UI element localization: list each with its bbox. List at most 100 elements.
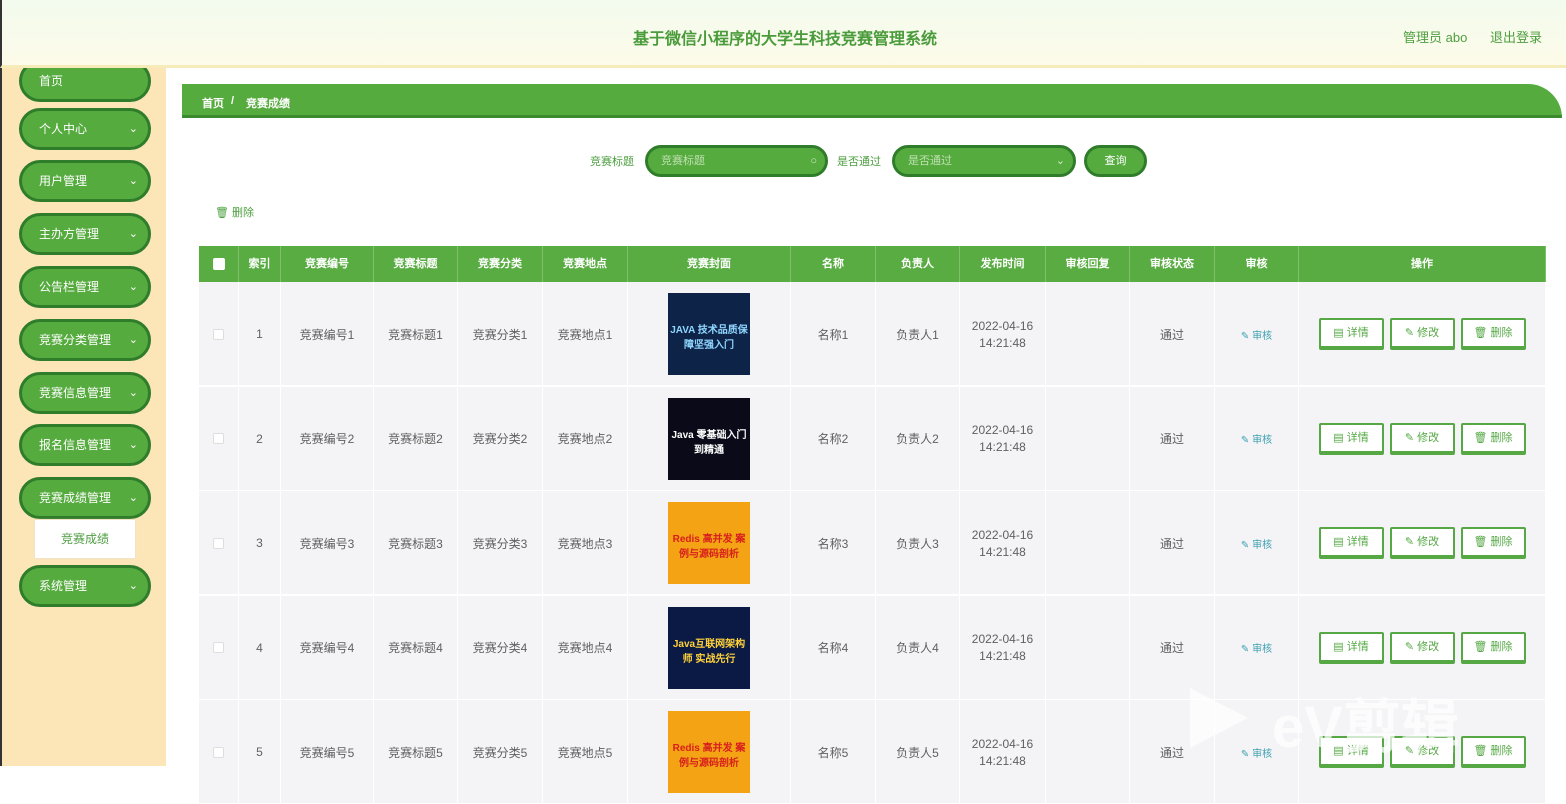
row-checkbox[interactable] [213, 433, 224, 444]
pass-filter-select[interactable]: 是否通过 ⌄ [892, 145, 1076, 177]
document-icon: ▤ [1333, 327, 1347, 339]
breadcrumb-home[interactable]: 首页 [202, 95, 224, 111]
sidebar-item[interactable]: 报名信息管理 ⌄ [19, 424, 151, 466]
sidebar-item[interactable]: 系统管理 ⌄ [19, 565, 151, 607]
publish-clock: 14:21:48 [979, 335, 1026, 350]
chevron-down-icon: ⌄ [128, 228, 138, 240]
chevron-down-icon: ⌄ [128, 492, 138, 504]
code-cell: 竞赛编号1 [281, 282, 374, 386]
publish-clock: 14:21:48 [979, 440, 1026, 454]
column-header: 索引 [239, 246, 281, 282]
row-checkbox-cell [199, 491, 239, 595]
row-checkbox-cell [199, 386, 239, 491]
delete-button[interactable]: 🗑 删除 [1460, 422, 1526, 455]
row-checkbox[interactable] [213, 746, 224, 758]
detail-button-label: 详情 [1346, 431, 1369, 444]
search-icon: ○ [810, 155, 817, 167]
cover-cell: Redis 高并发 案例与源码剖析 [628, 491, 791, 595]
code-cell: 竞赛编号5 [281, 700, 374, 804]
delete-button[interactable]: 🗑 删除 [1460, 527, 1526, 559]
edit-button[interactable]: ✎ 修改 [1389, 527, 1455, 559]
detail-button[interactable]: ▤ 详情 [1318, 422, 1384, 455]
owner-cell: 负责人3 [876, 491, 960, 595]
detail-button-label: 详情 [1346, 327, 1369, 339]
edit-icon: ✎ [1240, 539, 1253, 551]
sidebar-item-label: 竞赛分类管理 [39, 333, 112, 347]
publish-time-cell: 2022-04-16 14:21:48 [960, 282, 1046, 386]
reply-cell [1046, 595, 1130, 700]
select-all-checkbox[interactable] [212, 258, 225, 270]
audit-link[interactable]: ✎ 审核 [1241, 431, 1272, 446]
place-cell: 竞赛地点3 [543, 491, 628, 595]
cover-image: Redis 高并发 案例与源码剖析 [668, 502, 750, 584]
detail-button[interactable]: ▤ 详情 [1318, 527, 1384, 559]
row-checkbox[interactable] [213, 642, 224, 653]
audit-link[interactable]: ✎ 审核 [1241, 536, 1272, 551]
audit-link[interactable]: ✎ 审核 [1241, 327, 1272, 342]
query-button[interactable]: 查询 [1084, 145, 1147, 177]
publish-time-cell: 2022-04-16 14:21:48 [960, 491, 1046, 595]
category-cell: 竞赛分类3 [458, 491, 543, 595]
trash-icon: 🗑 [1473, 536, 1491, 548]
chevron-down-icon: ⌄ [128, 387, 138, 399]
document-icon: ▤ [1333, 431, 1347, 444]
detail-button[interactable]: ▤ 详情 [1318, 318, 1384, 350]
index-cell: 3 [239, 491, 281, 595]
table-header: 索引 竞赛编号 竞赛标题 竞赛分类 竞赛地点 竞赛封面 名称 负责人 发布时间 审核回复 审核状态审… [199, 246, 1546, 282]
sidebar-item-label: 报名信息管理 [39, 438, 112, 452]
user-label: 管理员 abo [1403, 30, 1468, 45]
code-cell: 竞赛编号3 [281, 491, 374, 595]
app-title: 基于微信小程序的大学生科技竞赛管理系统 [632, 31, 937, 48]
sidebar-item[interactable]: 主办方管理 ⌄ [19, 213, 151, 255]
publish-date: 2022-04-16 [971, 736, 1034, 751]
row-checkbox[interactable] [213, 537, 224, 549]
edit-button[interactable]: ✎ 修改 [1389, 422, 1455, 455]
category-cell: 竞赛分类2 [458, 386, 543, 491]
edit-icon: ✎ [1404, 327, 1418, 339]
sidebar-item-label: 首页 [39, 74, 64, 88]
place-cell: 竞赛地点1 [543, 282, 628, 386]
sidebar-item[interactable]: 公告栏管理 ⌄ [19, 266, 151, 308]
title-search-label: 竞赛标题 [590, 156, 634, 168]
title-cell: 竞赛标题1 [374, 282, 458, 386]
audit-link-label: 审核 [1252, 748, 1273, 760]
sidebar-item[interactable]: 首页 [19, 68, 151, 102]
title-search-input[interactable]: 竞赛标题 ○ [645, 145, 828, 177]
column-header: 竞赛分类 [458, 246, 543, 282]
logout-link[interactable]: 退出登录 [1490, 27, 1542, 46]
row-checkbox[interactable] [213, 328, 224, 340]
detail-button-label: 详情 [1346, 536, 1369, 548]
edit-button[interactable]: ✎ 修改 [1389, 631, 1455, 664]
trash-icon: 🗑 [1473, 640, 1491, 653]
edit-button[interactable]: ✎ 修改 [1389, 318, 1455, 350]
cover-image: Redis 高并发 案例与源码剖析 [668, 711, 750, 793]
column-header: 审核 [1215, 246, 1299, 282]
category-cell: 竞赛分类1 [458, 282, 543, 386]
edit-icon: ✎ [1404, 431, 1418, 444]
publish-time-cell: 2022-04-16 14:21:48 [960, 700, 1046, 804]
cover-image: Java互联网架构师 实战先行 [668, 606, 750, 689]
place-cell: 竞赛地点5 [543, 700, 628, 804]
sidebar-subitem-results[interactable]: 竞赛成绩 [35, 520, 135, 558]
audit-link[interactable]: ✎ 审核 [1241, 640, 1272, 655]
column-header: 发布时间 [960, 246, 1046, 282]
sidebar-item[interactable]: 用户管理 ⌄ [19, 160, 151, 202]
publish-date: 2022-04-16 [971, 527, 1034, 542]
detail-button[interactable]: ▤ 详情 [1318, 631, 1384, 664]
sidebar-item[interactable]: 竞赛成绩管理 ⌄ [19, 477, 151, 519]
reply-cell [1046, 386, 1130, 491]
bulk-delete-button[interactable]: 🗑 删除 [215, 204, 254, 220]
index-cell: 4 [239, 595, 281, 700]
sidebar-item[interactable]: 竞赛分类管理 ⌄ [19, 319, 151, 361]
cover-image: JAVA 技术品质保障坚强入门 [668, 293, 750, 375]
column-header: 竞赛编号 [281, 246, 374, 282]
delete-button[interactable]: 🗑 删除 [1460, 631, 1526, 664]
publish-time-cell: 2022-04-16 14:21:48 [960, 386, 1046, 491]
sidebar-item[interactable]: 个人中心 ⌄ [19, 108, 151, 150]
sidebar-item[interactable]: 竞赛信息管理 ⌄ [19, 372, 151, 414]
chevron-down-icon: ⌄ [1055, 155, 1065, 167]
breadcrumb-separator: / [231, 95, 235, 107]
delete-button[interactable]: 🗑 删除 [1460, 318, 1526, 350]
delete-button[interactable]: 🗑 删除 [1460, 736, 1526, 768]
chevron-down-icon: ⌄ [128, 439, 138, 451]
